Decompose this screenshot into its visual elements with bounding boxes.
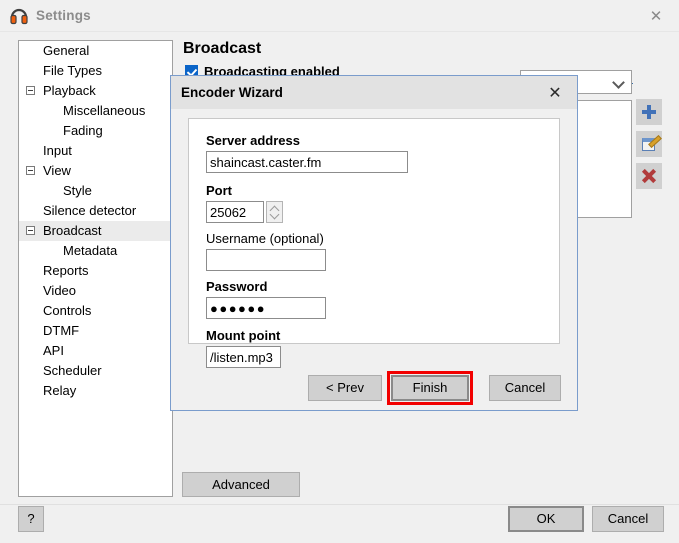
sidebar-item-label: File Types bbox=[43, 63, 103, 78]
sidebar-item-label: Miscellaneous bbox=[63, 103, 146, 118]
collapse-minus-icon[interactable] bbox=[26, 86, 35, 95]
sidebar-item-label: API bbox=[43, 343, 64, 358]
wizard-close-button[interactable]: ✕ bbox=[533, 76, 577, 109]
sidebar-item-label: Playback bbox=[43, 83, 96, 98]
wizard-titlebar: Encoder Wizard ✕ bbox=[171, 76, 577, 109]
sidebar-item-label: General bbox=[43, 43, 90, 58]
page-title: Broadcast bbox=[183, 40, 262, 57]
window-close-button[interactable]: ✕ bbox=[633, 0, 679, 31]
window-title: Settings bbox=[36, 8, 91, 23]
wizard-title: Encoder Wizard bbox=[181, 85, 283, 100]
sidebar-item-label: View bbox=[43, 163, 71, 178]
sidebar-item-reports[interactable]: Reports bbox=[19, 261, 172, 281]
sidebar-item-label: Style bbox=[63, 183, 92, 198]
username-label: Username (optional) bbox=[206, 231, 324, 246]
sidebar-item-file-types[interactable]: File Types bbox=[19, 61, 172, 81]
server-address-label: Server address bbox=[206, 133, 300, 148]
sidebar-item-label: Scheduler bbox=[43, 363, 102, 378]
sidebar-item-label: Controls bbox=[43, 303, 92, 318]
help-button[interactable]: ? bbox=[18, 506, 44, 532]
wizard-form: Server address Port Username (optional) … bbox=[188, 118, 560, 368]
sidebar-item-label: Broadcast bbox=[43, 223, 102, 238]
password-input[interactable] bbox=[206, 297, 326, 319]
sidebar-item-metadata[interactable]: Metadata bbox=[19, 241, 172, 261]
sidebar-item-label: Fading bbox=[63, 123, 103, 138]
window-titlebar: Settings ✕ bbox=[0, 0, 679, 32]
server-address-input[interactable] bbox=[206, 151, 408, 173]
mount-point-input[interactable] bbox=[206, 346, 281, 368]
sidebar-item-scheduler[interactable]: Scheduler bbox=[19, 361, 172, 381]
sidebar-item-view[interactable]: View bbox=[19, 161, 172, 181]
sidebar-item-api[interactable]: API bbox=[19, 341, 172, 361]
username-input[interactable] bbox=[206, 249, 326, 271]
sidebar-item-label: Silence detector bbox=[43, 203, 137, 218]
mount-point-label: Mount point bbox=[206, 328, 281, 343]
headphones-icon bbox=[10, 8, 28, 25]
encoder-wizard-dialog: Encoder Wizard ✕ Server address Port Use… bbox=[170, 75, 578, 411]
sidebar-item-silence-detector[interactable]: Silence detector bbox=[19, 201, 172, 221]
sidebar-item-label: Input bbox=[43, 143, 72, 158]
sidebar-item-playback[interactable]: Playback bbox=[19, 81, 172, 101]
edit-encoder-button[interactable] bbox=[636, 131, 662, 157]
port-label: Port bbox=[206, 183, 232, 198]
sidebar-item-general[interactable]: General bbox=[19, 41, 172, 61]
delete-encoder-button[interactable] bbox=[636, 163, 662, 189]
sidebar-item-fading[interactable]: Fading bbox=[19, 121, 172, 141]
sidebar-item-label: Metadata bbox=[63, 243, 118, 258]
advanced-button[interactable]: Advanced bbox=[182, 472, 300, 497]
sidebar-item-input[interactable]: Input bbox=[19, 141, 172, 161]
sidebar-item-miscellaneous[interactable]: Miscellaneous bbox=[19, 101, 172, 121]
sidebar-item-label: Reports bbox=[43, 263, 89, 278]
sidebar-item-label: Relay bbox=[43, 383, 77, 398]
settings-tree[interactable]: General File Types Playback Miscellaneous Fa… bbox=[18, 40, 173, 497]
collapse-minus-icon[interactable] bbox=[26, 226, 35, 235]
sidebar-item-relay[interactable]: Relay bbox=[19, 381, 172, 401]
sidebar-item-label: DTMF bbox=[43, 323, 80, 338]
wizard-cancel-button[interactable]: Cancel bbox=[489, 375, 561, 401]
sidebar-item-video[interactable]: Video bbox=[19, 281, 172, 301]
sidebar-item-dtmf[interactable]: DTMF bbox=[19, 321, 172, 341]
sidebar-item-broadcast[interactable]: Broadcast bbox=[19, 221, 172, 241]
sidebar-item-controls[interactable]: Controls bbox=[19, 301, 172, 321]
sidebar-item-style[interactable]: Style bbox=[19, 181, 172, 201]
wizard-finish-button[interactable]: Finish bbox=[391, 375, 469, 401]
footer-divider bbox=[0, 504, 679, 505]
cancel-button[interactable]: Cancel bbox=[592, 506, 664, 532]
password-label: Password bbox=[206, 279, 268, 294]
chevron-down-icon bbox=[612, 76, 625, 89]
ok-button[interactable]: OK bbox=[508, 506, 584, 532]
port-stepper[interactable] bbox=[266, 201, 283, 223]
collapse-minus-icon[interactable] bbox=[26, 166, 35, 175]
settings-window: Settings ✕ General File Types Playback Misc… bbox=[0, 0, 679, 543]
port-input[interactable] bbox=[206, 201, 264, 223]
edit-pencil-icon bbox=[642, 138, 655, 151]
sidebar-item-label: Video bbox=[43, 283, 77, 298]
plus-icon bbox=[642, 105, 656, 119]
add-encoder-button[interactable] bbox=[636, 99, 662, 125]
wizard-prev-button[interactable]: < Prev bbox=[308, 375, 382, 401]
